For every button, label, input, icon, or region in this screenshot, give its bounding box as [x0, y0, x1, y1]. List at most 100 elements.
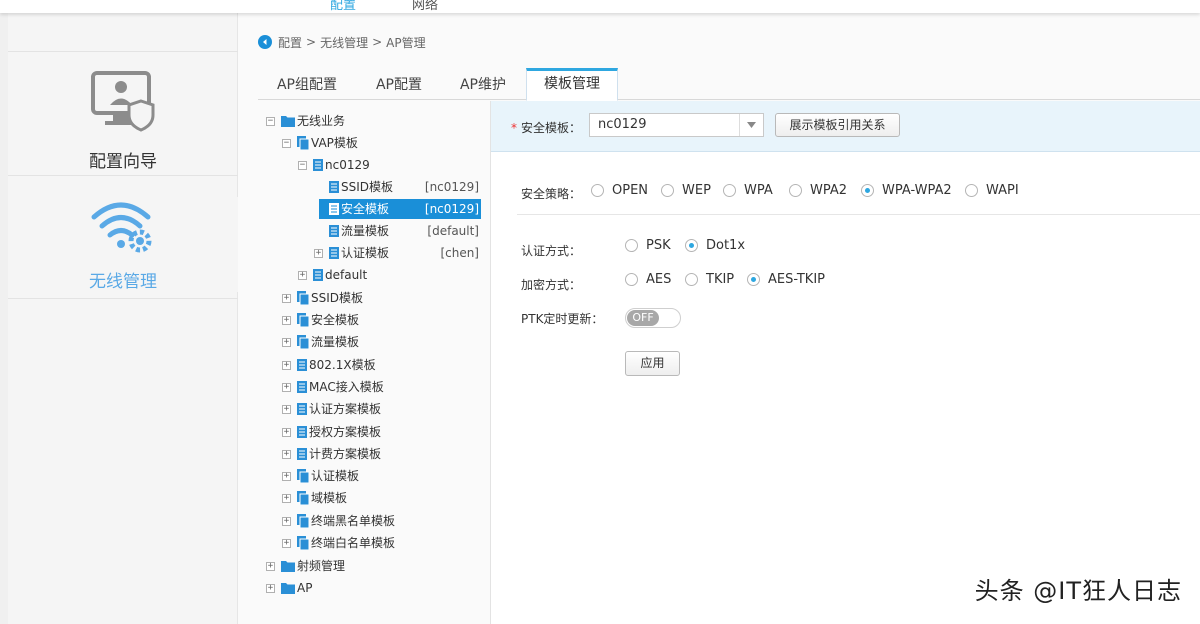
policy-option-wpa2[interactable]: WPA2 — [789, 183, 847, 198]
tree-node-auth-template[interactable]: + 认证模板 — [282, 466, 359, 486]
policy-option-wpa[interactable]: WPA — [723, 183, 773, 198]
radio-button[interactable] — [591, 184, 604, 197]
tree-node-label: 授权方案模板 — [309, 425, 382, 439]
tree-node-ap[interactable]: + AP — [266, 578, 312, 598]
tree-node-security-template-ref[interactable]: 安全模板 [nc0129] — [319, 199, 481, 219]
tree-node-whitelist-template[interactable]: + 终端白名单模板 — [282, 533, 395, 553]
radio-button[interactable] — [723, 184, 736, 197]
policy-option-open[interactable]: OPEN — [591, 183, 648, 198]
radio-button[interactable] — [625, 239, 638, 252]
tree-node-ssid-template[interactable]: + SSID模板 — [282, 288, 363, 308]
tab-ap-maintenance[interactable]: AP维护 — [442, 70, 524, 100]
sidebar-item-wireless-management[interactable]: 无线管理 — [8, 197, 238, 292]
enc-option-aes[interactable]: AES — [625, 272, 671, 287]
expand-icon[interactable]: + — [266, 583, 275, 593]
tree-node-security-template[interactable]: + 安全模板 — [282, 310, 359, 330]
tree-node-wireless-service[interactable]: − 无线业务 — [266, 111, 345, 131]
expand-icon[interactable]: + — [282, 337, 291, 347]
template-selector-bar: * 安全模板： nc0129 展示模板引用关系 — [491, 101, 1200, 152]
expand-icon[interactable]: + — [282, 427, 291, 437]
collapse-icon[interactable]: − — [282, 138, 291, 148]
policy-option-wpa-wpa2[interactable]: WPA-WPA2 — [861, 183, 952, 198]
radio-button[interactable] — [661, 184, 674, 197]
radio-button-selected[interactable] — [747, 273, 760, 286]
enc-option-tkip[interactable]: TKIP — [685, 272, 734, 287]
collapse-icon[interactable]: − — [298, 160, 307, 170]
expand-icon[interactable]: + — [282, 404, 291, 414]
monitor-shield-icon — [91, 71, 155, 132]
folder-icon — [281, 561, 295, 572]
tree-node-domain-template[interactable]: + 域模板 — [282, 488, 347, 508]
expand-icon[interactable]: + — [282, 315, 291, 325]
security-template-label-text: 安全模板： — [521, 121, 582, 135]
dropdown-arrow-icon[interactable] — [739, 114, 763, 136]
auth-option-psk[interactable]: PSK — [625, 238, 671, 253]
tree-node-traffic-template[interactable]: + 流量模板 — [282, 332, 359, 352]
tree-node-blacklist-template[interactable]: + 终端黑名单模板 — [282, 511, 395, 531]
tree-node-authorization-scheme-template[interactable]: + 授权方案模板 — [282, 422, 381, 442]
security-template-select[interactable]: nc0129 — [589, 113, 764, 137]
top-nav-tab-config[interactable]: 配置 — [330, 0, 356, 13]
radio-label: WPA — [744, 183, 773, 198]
form-divider — [517, 214, 1200, 215]
policy-option-wep[interactable]: WEP — [661, 183, 711, 198]
tree-node-rf-management[interactable]: + 射频管理 — [266, 556, 345, 576]
auth-option-dot1x[interactable]: Dot1x — [685, 238, 745, 253]
tree-node-default[interactable]: + default — [298, 265, 367, 285]
radio-button[interactable] — [685, 273, 698, 286]
collapse-icon[interactable]: − — [266, 116, 275, 126]
top-nav-tab-network[interactable]: 网络 — [412, 0, 438, 13]
ptk-update-toggle[interactable]: OFF — [625, 308, 681, 328]
radio-button-selected[interactable] — [685, 239, 698, 252]
breadcrumb-item[interactable]: 配置 — [278, 34, 302, 51]
expand-icon[interactable]: + — [266, 561, 275, 571]
show-template-refs-button[interactable]: 展示模板引用关系 — [775, 113, 900, 137]
tree-node-mac-access-template[interactable]: + MAC接入模板 — [282, 377, 384, 397]
tab-ap-group-config[interactable]: AP组配置 — [258, 70, 356, 100]
breadcrumb: 配置 > 无线管理 > AP管理 — [258, 33, 426, 51]
expand-icon[interactable]: + — [282, 293, 291, 303]
template-stack-icon — [297, 514, 309, 528]
expand-icon[interactable]: + — [282, 471, 291, 481]
expand-icon[interactable]: + — [314, 248, 323, 258]
radio-button-selected[interactable] — [861, 184, 874, 197]
template-tree: − 无线业务 − VAP模板 − nc0129 SSID模板 [nc0129] … — [258, 101, 491, 624]
tab-bar: AP组配置 AP配置 AP维护 模板管理 — [258, 68, 1200, 101]
sidebar-item-config-wizard[interactable]: 配置向导 — [8, 71, 238, 172]
tree-node-nc0129[interactable]: − nc0129 — [298, 155, 370, 175]
document-icon — [329, 247, 339, 259]
radio-label: TKIP — [706, 272, 735, 287]
enc-option-aes-tkip[interactable]: AES-TKIP — [747, 272, 825, 287]
tree-node-accounting-scheme-template[interactable]: + 计费方案模板 — [282, 444, 381, 464]
tree-node-auth-template-ref[interactable]: + 认证模板 [chen] — [314, 243, 479, 263]
top-navigation-bar: 配置 网络 — [0, 0, 1200, 13]
expand-icon[interactable]: + — [282, 360, 291, 370]
sidebar-item-label: 配置向导 — [89, 152, 157, 172]
expand-icon[interactable]: + — [282, 449, 291, 459]
tree-node-vap-template[interactable]: − VAP模板 — [282, 133, 358, 153]
document-icon — [329, 203, 339, 215]
tree-node-label: 终端黑名单模板 — [311, 514, 396, 528]
expand-icon[interactable]: + — [282, 538, 291, 548]
radio-button[interactable] — [625, 273, 638, 286]
expand-icon[interactable]: + — [282, 493, 291, 503]
tab-template-management[interactable]: 模板管理 — [526, 68, 618, 101]
expand-icon[interactable]: + — [282, 382, 291, 392]
apply-button[interactable]: 应用 — [625, 351, 680, 376]
document-icon — [329, 225, 339, 237]
tree-node-traffic-template-ref[interactable]: 流量模板 [default] — [314, 221, 479, 241]
back-arrow-icon[interactable] — [258, 35, 272, 49]
tree-node-8021x-template[interactable]: + 802.1X模板 — [282, 355, 376, 375]
expand-icon[interactable]: + — [298, 270, 307, 280]
tree-node-auth-scheme-template[interactable]: + 认证方案模板 — [282, 399, 381, 419]
tree-node-ssid-template-ref[interactable]: SSID模板 [nc0129] — [314, 177, 479, 197]
tab-ap-config[interactable]: AP配置 — [356, 70, 442, 100]
main-content: 配置 > 无线管理 > AP管理 AP组配置 AP配置 AP维护 模板管理 − … — [238, 13, 1200, 624]
breadcrumb-item[interactable]: 无线管理 — [320, 34, 368, 51]
tree-node-label: 认证方案模板 — [309, 402, 382, 416]
radio-button[interactable] — [965, 184, 978, 197]
radio-button[interactable] — [789, 184, 802, 197]
policy-option-wapi[interactable]: WAPI — [965, 183, 1019, 198]
tree-node-label: 流量模板 — [311, 335, 360, 349]
expand-icon[interactable]: + — [282, 516, 291, 526]
